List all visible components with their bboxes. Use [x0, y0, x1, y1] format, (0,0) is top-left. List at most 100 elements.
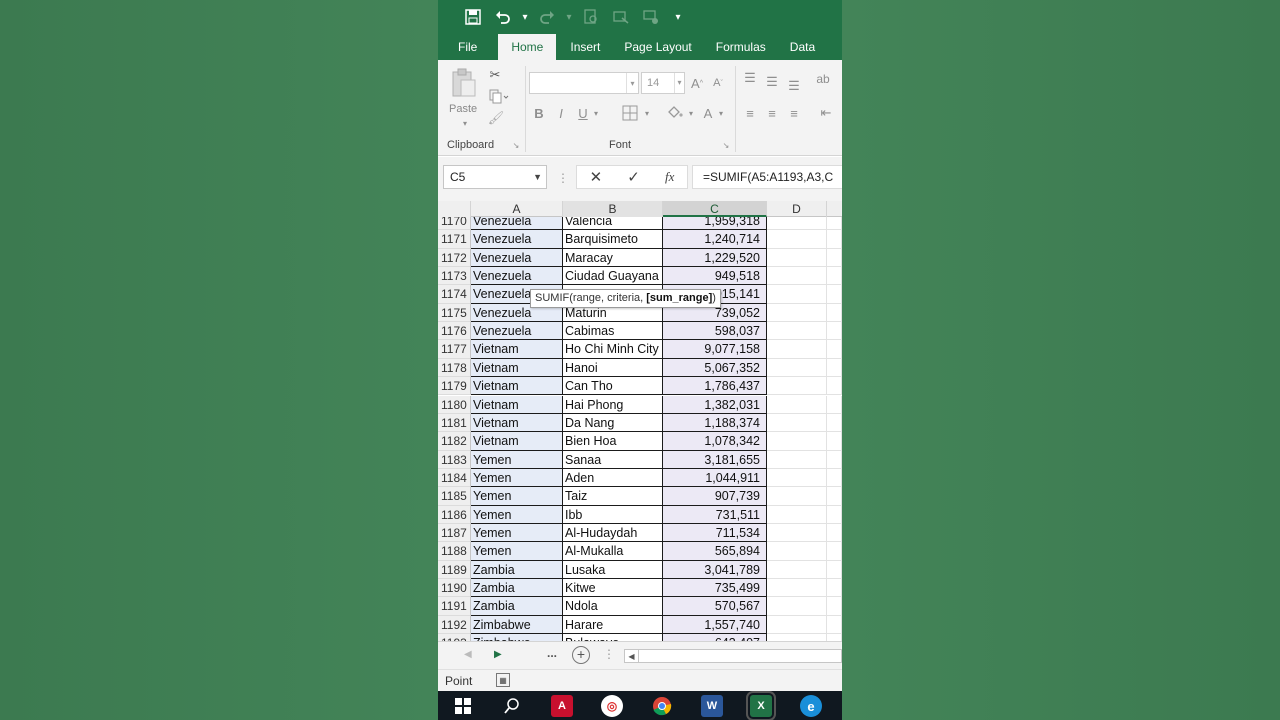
cell-empty[interactable] — [767, 579, 827, 598]
row-header[interactable]: 1178 — [438, 358, 471, 378]
row-header[interactable]: 1181 — [438, 413, 471, 433]
cell-city[interactable]: Cabimas — [563, 322, 663, 341]
bold-button[interactable]: B — [531, 104, 547, 122]
cell-country[interactable]: Venezuela — [471, 217, 563, 231]
cell-country[interactable]: Yemen — [471, 505, 563, 524]
cell-empty[interactable] — [767, 523, 827, 543]
cell-population[interactable]: 1,959,318 — [663, 217, 767, 231]
scroll-sheets-left-icon[interactable]: ◀ — [464, 649, 472, 660]
cell-country[interactable]: Zimbabwe — [471, 634, 563, 641]
cell-empty[interactable] — [827, 285, 842, 304]
cell-city[interactable]: Lusaka — [563, 560, 663, 579]
font-color-icon[interactable]: A — [700, 104, 716, 122]
customize-qat-icon[interactable]: ▾ — [666, 12, 690, 23]
cell-population[interactable]: 711,534 — [663, 523, 767, 543]
cell-country[interactable]: Vietnam — [471, 358, 563, 378]
font-color-dropdown-icon[interactable]: ▾ — [716, 104, 726, 122]
cell-empty[interactable] — [767, 505, 827, 524]
row-header[interactable]: 1184 — [438, 468, 471, 488]
column-header-d[interactable]: D — [767, 201, 827, 217]
cell-empty[interactable] — [827, 413, 842, 433]
cell-empty[interactable] — [827, 505, 842, 524]
font-name-select[interactable]: ▾ — [529, 72, 639, 94]
redo-dropdown-icon[interactable]: ▾ — [562, 12, 576, 23]
row-header[interactable]: 1174 — [438, 285, 471, 304]
cell-city[interactable]: Al-Mukalla — [563, 542, 663, 561]
row-header[interactable]: 1192 — [438, 615, 471, 635]
borders-dropdown-icon[interactable]: ▾ — [642, 104, 652, 122]
cell-country[interactable]: Vietnam — [471, 377, 563, 396]
paste-button[interactable]: Paste — [449, 103, 477, 115]
cell-empty[interactable] — [767, 267, 827, 286]
fill-color-icon[interactable] — [664, 104, 686, 122]
align-center-icon[interactable]: ≡ — [763, 104, 781, 122]
cell-population[interactable]: 907,739 — [663, 487, 767, 506]
cell-city[interactable]: Hanoi — [563, 358, 663, 378]
formula-input[interactable]: =SUMIF(A5:A1193,A3,C — [692, 165, 842, 189]
row-header[interactable]: 1170 — [438, 217, 471, 231]
search-icon[interactable] — [501, 695, 523, 717]
cell-empty[interactable] — [827, 267, 842, 286]
cell-city[interactable]: Ciudad Guayana — [563, 267, 663, 286]
cell-population[interactable]: 1,078,342 — [663, 432, 767, 451]
tab-data[interactable]: Data — [778, 34, 827, 60]
cell-city[interactable]: Al-Hudaydah — [563, 523, 663, 543]
cell-city[interactable]: Bien Hoa — [563, 432, 663, 451]
row-header[interactable]: 1183 — [438, 450, 471, 469]
cell-empty[interactable] — [767, 358, 827, 378]
cell-city[interactable]: Can Tho — [563, 377, 663, 396]
cell-empty[interactable] — [827, 615, 842, 635]
cell-country[interactable]: Venezuela — [471, 230, 563, 249]
cell-country[interactable]: Zambia — [471, 560, 563, 579]
acrobat-icon[interactable]: A — [551, 695, 573, 717]
cell-population[interactable]: 9,077,158 — [663, 340, 767, 359]
function-tooltip[interactable]: SUMIF(range, criteria, [sum_range]) — [530, 289, 721, 308]
cell-city[interactable]: Harare — [563, 615, 663, 635]
tab-splitter-icon[interactable]: ⋮ — [603, 647, 615, 661]
cell-population[interactable]: 1,557,740 — [663, 615, 767, 635]
cell-empty[interactable] — [827, 597, 842, 616]
cell-empty[interactable] — [767, 230, 827, 249]
formula-bar-grip-icon[interactable]: ⋮ — [557, 171, 569, 185]
cell-empty[interactable] — [767, 560, 827, 579]
cell-population[interactable]: 565,894 — [663, 542, 767, 561]
cell-empty[interactable] — [767, 542, 827, 561]
camera-app-icon[interactable]: ◎ — [601, 695, 623, 717]
cell-population[interactable]: 731,511 — [663, 505, 767, 524]
underline-dropdown-icon[interactable]: ▾ — [591, 104, 601, 122]
cell-empty[interactable] — [767, 395, 827, 414]
row-header[interactable]: 1172 — [438, 248, 471, 268]
word-icon[interactable]: W — [701, 695, 723, 717]
cell-empty[interactable] — [767, 487, 827, 506]
cell-population[interactable]: 5,067,352 — [663, 358, 767, 378]
cell-country[interactable]: Vietnam — [471, 432, 563, 451]
cell-population[interactable]: 1,188,374 — [663, 413, 767, 433]
row-header[interactable]: 1177 — [438, 340, 471, 359]
tab-page-layout[interactable]: Page Layout — [612, 34, 703, 60]
cell-population[interactable]: 570,567 — [663, 597, 767, 616]
align-top-icon[interactable]: ☰ — [741, 70, 759, 86]
cell-population[interactable]: 735,499 — [663, 579, 767, 598]
cell-empty[interactable] — [767, 303, 827, 323]
increase-font-size-icon[interactable]: A ^ — [689, 74, 705, 92]
redo-icon[interactable] — [532, 2, 562, 32]
cell-population[interactable]: 643,407 — [663, 634, 767, 641]
scroll-sheets-right-icon[interactable]: ▶ — [494, 649, 502, 660]
cell-empty[interactable] — [827, 377, 842, 396]
cell-population[interactable]: 3,181,655 — [663, 450, 767, 469]
decrease-font-size-icon[interactable]: Aˇ — [710, 74, 726, 92]
cell-city[interactable]: Ho Chi Minh City — [563, 340, 663, 359]
cell-city[interactable]: Taiz — [563, 487, 663, 506]
cell-country[interactable]: Zimbabwe — [471, 615, 563, 635]
cell-empty[interactable] — [827, 523, 842, 543]
align-right-icon[interactable]: ≡ — [785, 104, 803, 122]
cell-empty[interactable] — [827, 579, 842, 598]
italic-button[interactable]: I — [553, 104, 569, 122]
cell-country[interactable]: Yemen — [471, 450, 563, 469]
cell-empty[interactable] — [827, 303, 842, 323]
cell-country[interactable]: Yemen — [471, 468, 563, 488]
cell-city[interactable]: Barquisimeto — [563, 230, 663, 249]
cell-city[interactable]: Aden — [563, 468, 663, 488]
cell-empty[interactable] — [827, 468, 842, 488]
cell-empty[interactable] — [827, 322, 842, 341]
